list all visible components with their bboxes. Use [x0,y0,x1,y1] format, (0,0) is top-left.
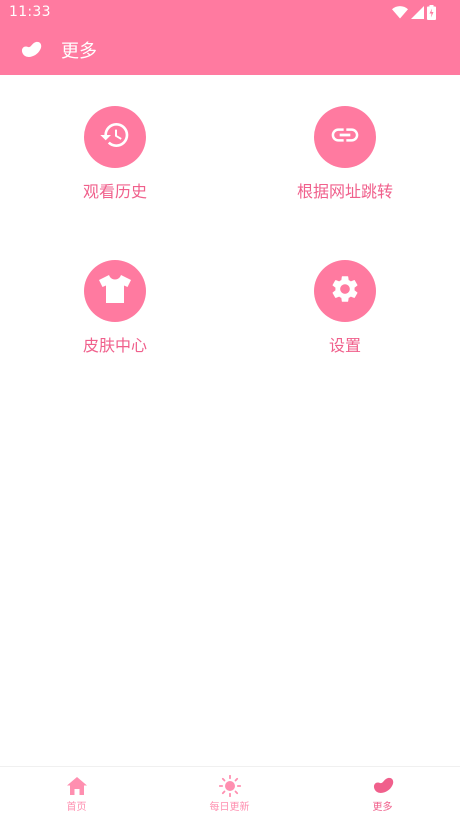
bean-icon [372,775,394,797]
menu-item-label: 观看历史 [82,182,147,201]
bottom-navigation: 首页 每日更新 更多 [0,766,460,819]
nav-label: 每日更新 [209,802,250,813]
cellular-signal-icon [411,5,424,19]
history-icon [99,119,131,155]
battery-charging-icon [427,4,436,20]
menu-item-history-circle [84,106,146,168]
status-bar: 11:33 [0,0,460,25]
menu-item-settings[interactable]: 设置 [245,260,445,360]
page-title: 更多 [61,41,97,62]
wifi-icon [392,5,408,19]
menu-item-skin-center-circle [84,260,146,322]
nav-item-home[interactable]: 首页 [0,767,153,819]
menu-item-skin-center[interactable]: 皮肤中心 [15,260,215,360]
nav-label: 更多 [372,802,393,813]
link-icon [329,119,361,155]
menu-item-history[interactable]: 观看历史 [15,106,215,206]
top-header: 11:33 更多 [0,0,460,75]
bean-logo-icon[interactable] [20,40,42,60]
sun-icon [218,774,241,798]
menu-item-label: 皮肤中心 [82,336,147,355]
home-icon [66,775,88,797]
menu-item-label: 设置 [328,336,361,355]
nav-item-daily-update[interactable]: 每日更新 [153,767,306,819]
tshirt-icon [98,274,132,308]
nav-item-more[interactable]: 更多 [306,767,459,819]
gear-icon [329,273,361,309]
status-time: 11:33 [9,4,51,20]
nav-label: 首页 [66,802,87,813]
menu-item-settings-circle [314,260,376,322]
status-icons [392,4,436,20]
menu-item-url-jump-circle [314,106,376,168]
menu-item-label: 根据网址跳转 [296,182,393,201]
app-bar: 更多 [0,25,460,75]
menu-item-url-jump[interactable]: 根据网址跳转 [245,106,445,206]
